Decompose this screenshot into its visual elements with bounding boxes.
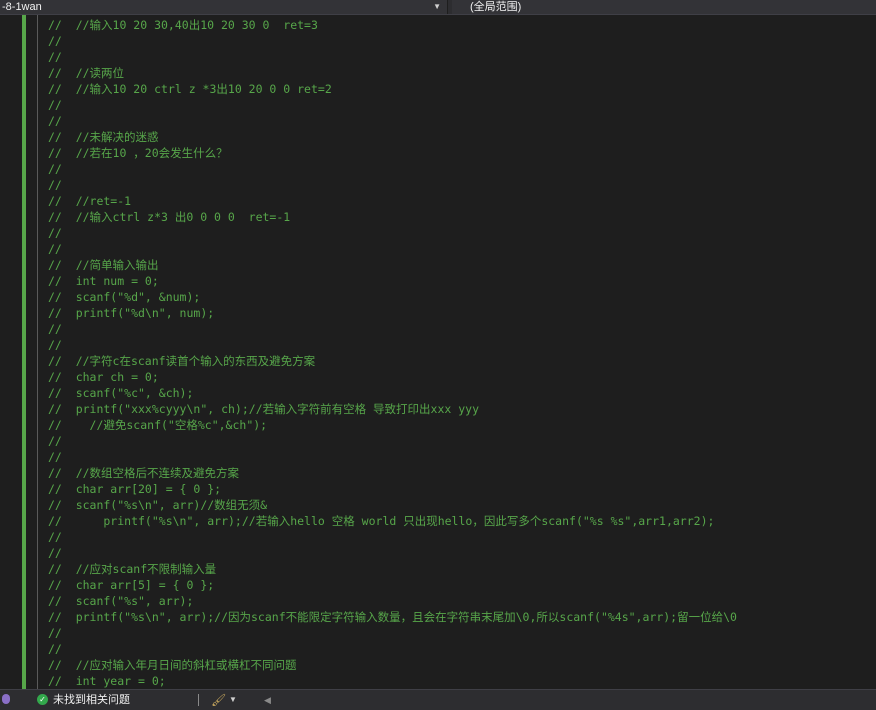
navigation-bar: -8-1wan ▼ (全局范围) — [0, 0, 876, 15]
code-line[interactable]: // printf("%d\n", num); — [48, 305, 874, 321]
code-line[interactable]: // //输入ctrl z*3 出0 0 0 0 ret=-1 — [48, 209, 874, 225]
code-line[interactable]: // scanf("%s", arr); — [48, 593, 874, 609]
code-line[interactable]: // //避免scanf("空格%c",&ch"); — [48, 417, 874, 433]
code-line[interactable]: // //应对输入年月日间的斜杠或横杠不同问题 — [48, 657, 874, 673]
code-line[interactable]: // — [48, 545, 874, 561]
code-line[interactable]: // //数组空格后不连续及避免方案 — [48, 465, 874, 481]
code-line[interactable]: // — [48, 337, 874, 353]
code-line[interactable]: // — [48, 33, 874, 49]
code-line[interactable]: // char arr[5] = { 0 }; — [48, 577, 874, 593]
code-line[interactable]: // //ret=-1 — [48, 193, 874, 209]
chevron-down-icon[interactable]: ▼ — [433, 0, 441, 14]
code-line[interactable]: // — [48, 97, 874, 113]
code-line[interactable]: // — [48, 241, 874, 257]
code-line[interactable]: // — [48, 625, 874, 641]
code-line[interactable]: // — [48, 177, 874, 193]
file-scope-dropdown[interactable]: -8-1wan ▼ — [0, 0, 448, 14]
divider — [198, 694, 199, 706]
code-line[interactable]: // //输入10 20 30,40出10 20 30 0 ret=3 — [48, 17, 874, 33]
code-line[interactable]: // int num = 0; — [48, 273, 874, 289]
code-line[interactable]: // scanf("%s\n", arr)//数组无须& — [48, 497, 874, 513]
code-line[interactable]: // printf("xxx%cyyy\n", ch);//若输入字符前有空格 … — [48, 401, 874, 417]
code-line[interactable]: // char arr[20] = { 0 }; — [48, 481, 874, 497]
code-line[interactable]: // //字符c在scanf读首个输入的东西及避免方案 — [48, 353, 874, 369]
member-scope-dropdown[interactable]: (全局范围) — [452, 0, 876, 14]
code-line[interactable]: // — [48, 225, 874, 241]
change-tracking-bar — [22, 15, 26, 689]
code-line[interactable]: // char ch = 0; — [48, 369, 874, 385]
issues-status-text[interactable]: 未找到相关问题 — [53, 690, 130, 710]
code-line[interactable]: // — [48, 321, 874, 337]
code-line[interactable]: // — [48, 49, 874, 65]
intellicode-icon[interactable] — [2, 694, 10, 704]
outline-fold-guide — [37, 15, 38, 689]
code-line[interactable]: // //读两位 — [48, 65, 874, 81]
code-line[interactable]: // int year = 0; — [48, 673, 874, 689]
scroll-left-icon[interactable]: ◀ — [264, 690, 271, 710]
code-line[interactable]: // — [48, 641, 874, 657]
code-line[interactable]: // printf("%s\n", arr);//若输入hello 空格 wor… — [48, 513, 874, 529]
code-line[interactable]: // scanf("%c", &ch); — [48, 385, 874, 401]
cleanup-brush-icon[interactable]: 🖌 — [211, 693, 226, 707]
member-scope-label: (全局范围) — [470, 1, 522, 13]
code-lines: // //输入10 20 30,40出10 20 30 0 ret=3 // /… — [48, 17, 874, 689]
code-line[interactable]: // printf("%s\n", arr);//因为scanf不能限定字符输入… — [48, 609, 874, 625]
code-line[interactable]: // — [48, 113, 874, 129]
code-line[interactable]: // //未解决的迷惑 — [48, 129, 874, 145]
code-line[interactable]: // //应对scanf不限制输入量 — [48, 561, 874, 577]
file-scope-label: -8-1wan — [2, 1, 42, 13]
check-circle-icon[interactable]: ✓ — [37, 694, 48, 705]
code-editor[interactable]: // //输入10 20 30,40出10 20 30 0 ret=3 // /… — [0, 15, 876, 689]
chevron-down-icon[interactable]: ▼ — [229, 690, 237, 710]
code-line[interactable]: // — [48, 161, 874, 177]
code-line[interactable]: // — [48, 529, 874, 545]
code-line[interactable]: // //输入10 20 ctrl z *3出10 20 0 0 ret=2 — [48, 81, 874, 97]
code-line[interactable]: // — [48, 433, 874, 449]
code-line[interactable]: // //简单输入输出 — [48, 257, 874, 273]
code-line[interactable]: // scanf("%d", &num); — [48, 289, 874, 305]
code-line[interactable]: // — [48, 449, 874, 465]
code-line[interactable]: // //若在10 ，20会发生什么？ — [48, 145, 874, 161]
editor-status-bar: ✓ 未找到相关问题 🖌 ▼ ◀ — [0, 689, 876, 710]
